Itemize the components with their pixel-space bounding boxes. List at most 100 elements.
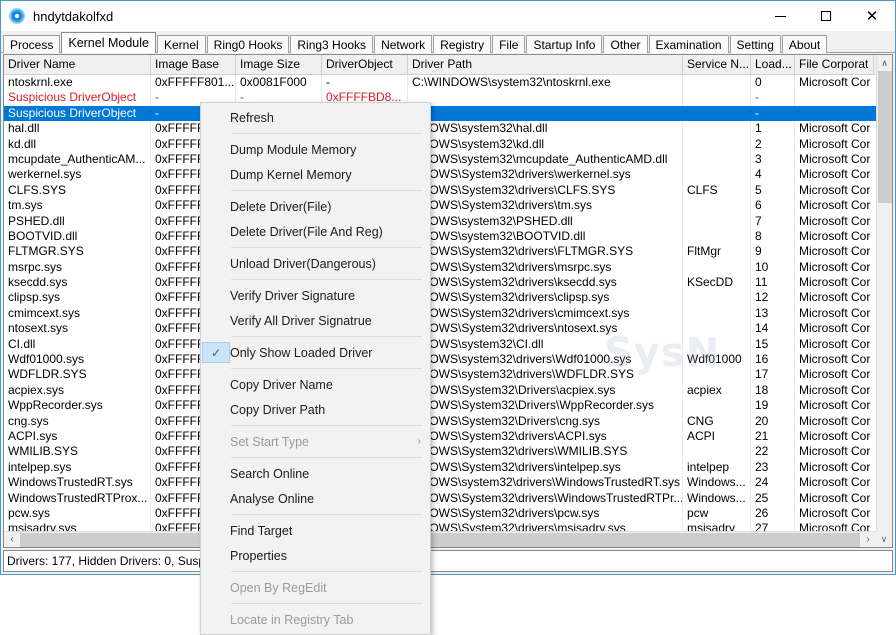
cell-corp: Microsoft Cor	[799, 336, 871, 351]
table-row[interactable]: WindowsTrustedRT.sys 0xFFFFF80(NDOWS\syst…	[4, 475, 892, 491]
column-header-corp[interactable]: File Corporat	[795, 55, 874, 74]
menu-item-verify-all-driver-signatrue[interactable]: Verify All Driver Signatrue	[201, 308, 430, 333]
column-header-svc[interactable]: Service N...	[683, 55, 751, 74]
cell-svc: Windows...	[683, 475, 751, 491]
cell-load: 22	[751, 444, 795, 460]
tab-registry[interactable]: Registry	[433, 35, 492, 53]
menu-item-find-target[interactable]: Find Target	[201, 518, 430, 543]
table-row[interactable]: BOOTVID.dll 0xFFFFF80(NDOWS\system32\BOOT…	[4, 228, 892, 245]
tab-startup-info[interactable]: Startup Info	[526, 35, 603, 53]
tab-network[interactable]: Network	[374, 35, 433, 53]
menu-item-analyse-online[interactable]: Analyse Online	[201, 486, 430, 511]
table-row[interactable]: acpiex.sys 0xFFFFF80(NDOWS\System32\Drive…	[4, 382, 892, 399]
menu-item-dump-module-memory[interactable]: Dump Module Memory	[201, 137, 430, 162]
menu-separator	[231, 336, 422, 337]
cell-svc: Windows...	[683, 490, 751, 506]
table-row[interactable]: WDFLDR.SYS 0xFFFFF80(NDOWS\system32\drive…	[4, 367, 892, 383]
vertical-scrollbar[interactable]: ∧	[876, 55, 892, 531]
table-row[interactable]: clipsp.sys 0xFFFFF80(NDOWS\System32\drive…	[4, 290, 892, 306]
menu-item-search-online[interactable]: Search Online	[201, 461, 430, 486]
scroll-left-button[interactable]: ‹	[4, 532, 20, 548]
tab-setting[interactable]: Setting	[729, 35, 781, 53]
table-row[interactable]: WMILIB.SYS 0xFFFFF80(NDOWS\System32\drive…	[4, 444, 892, 460]
table-row[interactable]: WindowsTrustedRTProx... 0xFFFFF80(NDOWS\S…	[4, 490, 892, 506]
table-row[interactable]: ksecdd.sys 0xFFFFF80(NDOWS\System32\drive…	[4, 275, 892, 291]
cell-svc	[683, 75, 751, 91]
menu-item-gutter	[202, 463, 230, 484]
menu-item-delete-driver-file[interactable]: Delete Driver(File)	[201, 194, 430, 219]
scroll-down-button[interactable]: ∨	[876, 531, 892, 547]
horizontal-scroll-track[interactable]	[20, 532, 860, 548]
menu-item-dump-kernel-memory[interactable]: Dump Kernel Memory	[201, 162, 430, 187]
table-row[interactable]: FLTMGR.SYS 0xFFFFF80(NDOWS\System32\drive…	[4, 244, 892, 260]
cell-name: mcupdate_AuthenticAM...	[4, 151, 151, 168]
column-header-base[interactable]: Image Base	[151, 55, 236, 74]
menu-item-label: Find Target	[230, 523, 293, 538]
table-row[interactable]: ACPI.sys 0xFFFFF80(NDOWS\System32\drivers…	[4, 428, 892, 445]
table-row[interactable]: hal.dll 0xFFFFF80(NDOWS\system32\hal.dll 1…	[4, 121, 892, 137]
table-row[interactable]: pcw.sys 0xFFFFF80(NDOWS\System32\drivers\…	[4, 505, 892, 522]
table-row[interactable]: kd.dll 0xFFFFF80(NDOWS\system32\kd.dll 2 Mi…	[4, 136, 892, 152]
table-row[interactable]: Suspicious DriverObject--0xFFFFBD8...-	[4, 90, 892, 106]
tab-process[interactable]: Process	[3, 35, 61, 53]
table-row[interactable]: cmimcext.sys 0xFFFFF80(NDOWS\System32\dri…	[4, 305, 892, 322]
table-row[interactable]: mcupdate_AuthenticAM... 0xFFFFF80(NDOWS\s…	[4, 151, 892, 168]
tab-ring3-hooks[interactable]: Ring3 Hooks	[290, 35, 374, 53]
menu-item-unload-driver-dangerous[interactable]: Unload Driver(Dangerous)	[201, 251, 430, 276]
cell-path: NDOWS\System32\drivers\msrpc.sys	[408, 259, 683, 276]
horizontal-scrollbar[interactable]: ‹ ›	[4, 531, 876, 547]
cell-load: 10	[751, 259, 795, 276]
tab-file[interactable]: File	[492, 35, 526, 53]
menu-item-copy-driver-path[interactable]: Copy Driver Path	[201, 397, 430, 422]
menu-item-properties[interactable]: Properties	[201, 543, 430, 568]
column-header-obj[interactable]: DriverObject	[322, 55, 408, 74]
menu-item-verify-driver-signature[interactable]: Verify Driver Signature	[201, 283, 430, 308]
vertical-scroll-thumb[interactable]	[878, 71, 892, 203]
table-row[interactable]: CLFS.SYS 0xFFFFF80(NDOWS\System32\drivers…	[4, 182, 892, 199]
table-row[interactable]: msrpc.sys 0xFFFFF80(NDOWS\System32\driver…	[4, 259, 892, 276]
menu-item-refresh[interactable]: Refresh	[201, 105, 430, 130]
column-header-load[interactable]: Load...	[751, 55, 795, 74]
table-row[interactable]: intelpep.sys 0xFFFFF80(NDOWS\System32\dri…	[4, 459, 892, 476]
cell-svc	[683, 228, 751, 245]
tab-kernel[interactable]: Kernel	[156, 35, 206, 53]
table-row[interactable]: CI.dll 0xFFFFF80(NDOWS\system32\CI.dll 15 M…	[4, 336, 892, 353]
cell-size: 0x0081F000	[236, 75, 322, 91]
cell-name: cng.sys	[4, 413, 151, 429]
tab-kernel-module[interactable]: Kernel Module	[61, 32, 156, 53]
menu-item-open-by-regedit: Open By RegEdit	[201, 575, 430, 600]
column-header-size[interactable]: Image Size	[236, 55, 322, 74]
tab-ring0-hooks[interactable]: Ring0 Hooks	[206, 35, 290, 53]
table-row[interactable]: PSHED.dll 0xFFFFF80(NDOWS\system32\PSHED.…	[4, 213, 892, 229]
scroll-right-button[interactable]: ›	[860, 532, 876, 548]
table-row[interactable]: tm.sys 0xFFFFF80(NDOWS\System32\drivers\t…	[4, 198, 892, 214]
table-row[interactable]: WppRecorder.sys 0xFFFFF80(NDOWS\System32\…	[4, 398, 892, 414]
table-row[interactable]: ntosext.sys 0xFFFFF80(NDOWS\System32\driv…	[4, 321, 892, 337]
table-row[interactable]: cng.sys 0xFFFFF80(NDOWS\System32\Drivers\…	[4, 413, 892, 429]
tab-other[interactable]: Other	[603, 35, 648, 53]
column-header-name[interactable]: Driver Name	[4, 55, 151, 74]
maximize-button[interactable]	[803, 1, 849, 31]
menu-item-delete-driver-file-and-reg[interactable]: Delete Driver(File And Reg)	[201, 219, 430, 244]
table-row[interactable]: Suspicious DriverObject--0xFFFFBD8...-	[4, 105, 892, 122]
scroll-up-button[interactable]: ∧	[877, 55, 892, 71]
cell-corp: Microsoft Cor	[799, 228, 871, 243]
cell-name: kd.dll	[4, 136, 151, 152]
minimize-button[interactable]	[757, 1, 803, 31]
cell-path: NDOWS\System32\drivers\cmimcext.sys	[408, 305, 683, 322]
menu-item-copy-driver-name[interactable]: Copy Driver Name	[201, 372, 430, 397]
tab-examination[interactable]: Examination	[648, 35, 729, 53]
cell-svc	[683, 198, 751, 214]
table-row[interactable]: werkernel.sys 0xFFFFF80(NDOWS\System32\dr…	[4, 167, 892, 183]
table-row[interactable]: Wdf01000.sys 0xFFFFF80(NDOWS\system32\dri…	[4, 352, 892, 368]
cell-svc: CNG	[683, 413, 751, 429]
status-bar: Drivers: 177, Hidden Drivers: 0, Suspici…	[3, 550, 893, 572]
eye-icon	[9, 8, 25, 24]
tab-label: Startup Info	[533, 38, 596, 52]
horizontal-scroll-thumb[interactable]	[20, 532, 860, 547]
column-header-path[interactable]: Driver Path	[408, 55, 683, 74]
table-row[interactable]: ntoskrnl.exe 0xFFFFF801... 0x0081F000- C:\W…	[4, 75, 892, 91]
tab-about[interactable]: About	[781, 35, 828, 53]
menu-item-only-show-loaded-driver[interactable]: ✓ Only Show Loaded Driver	[201, 340, 430, 365]
close-button[interactable]: ✕	[849, 1, 895, 31]
